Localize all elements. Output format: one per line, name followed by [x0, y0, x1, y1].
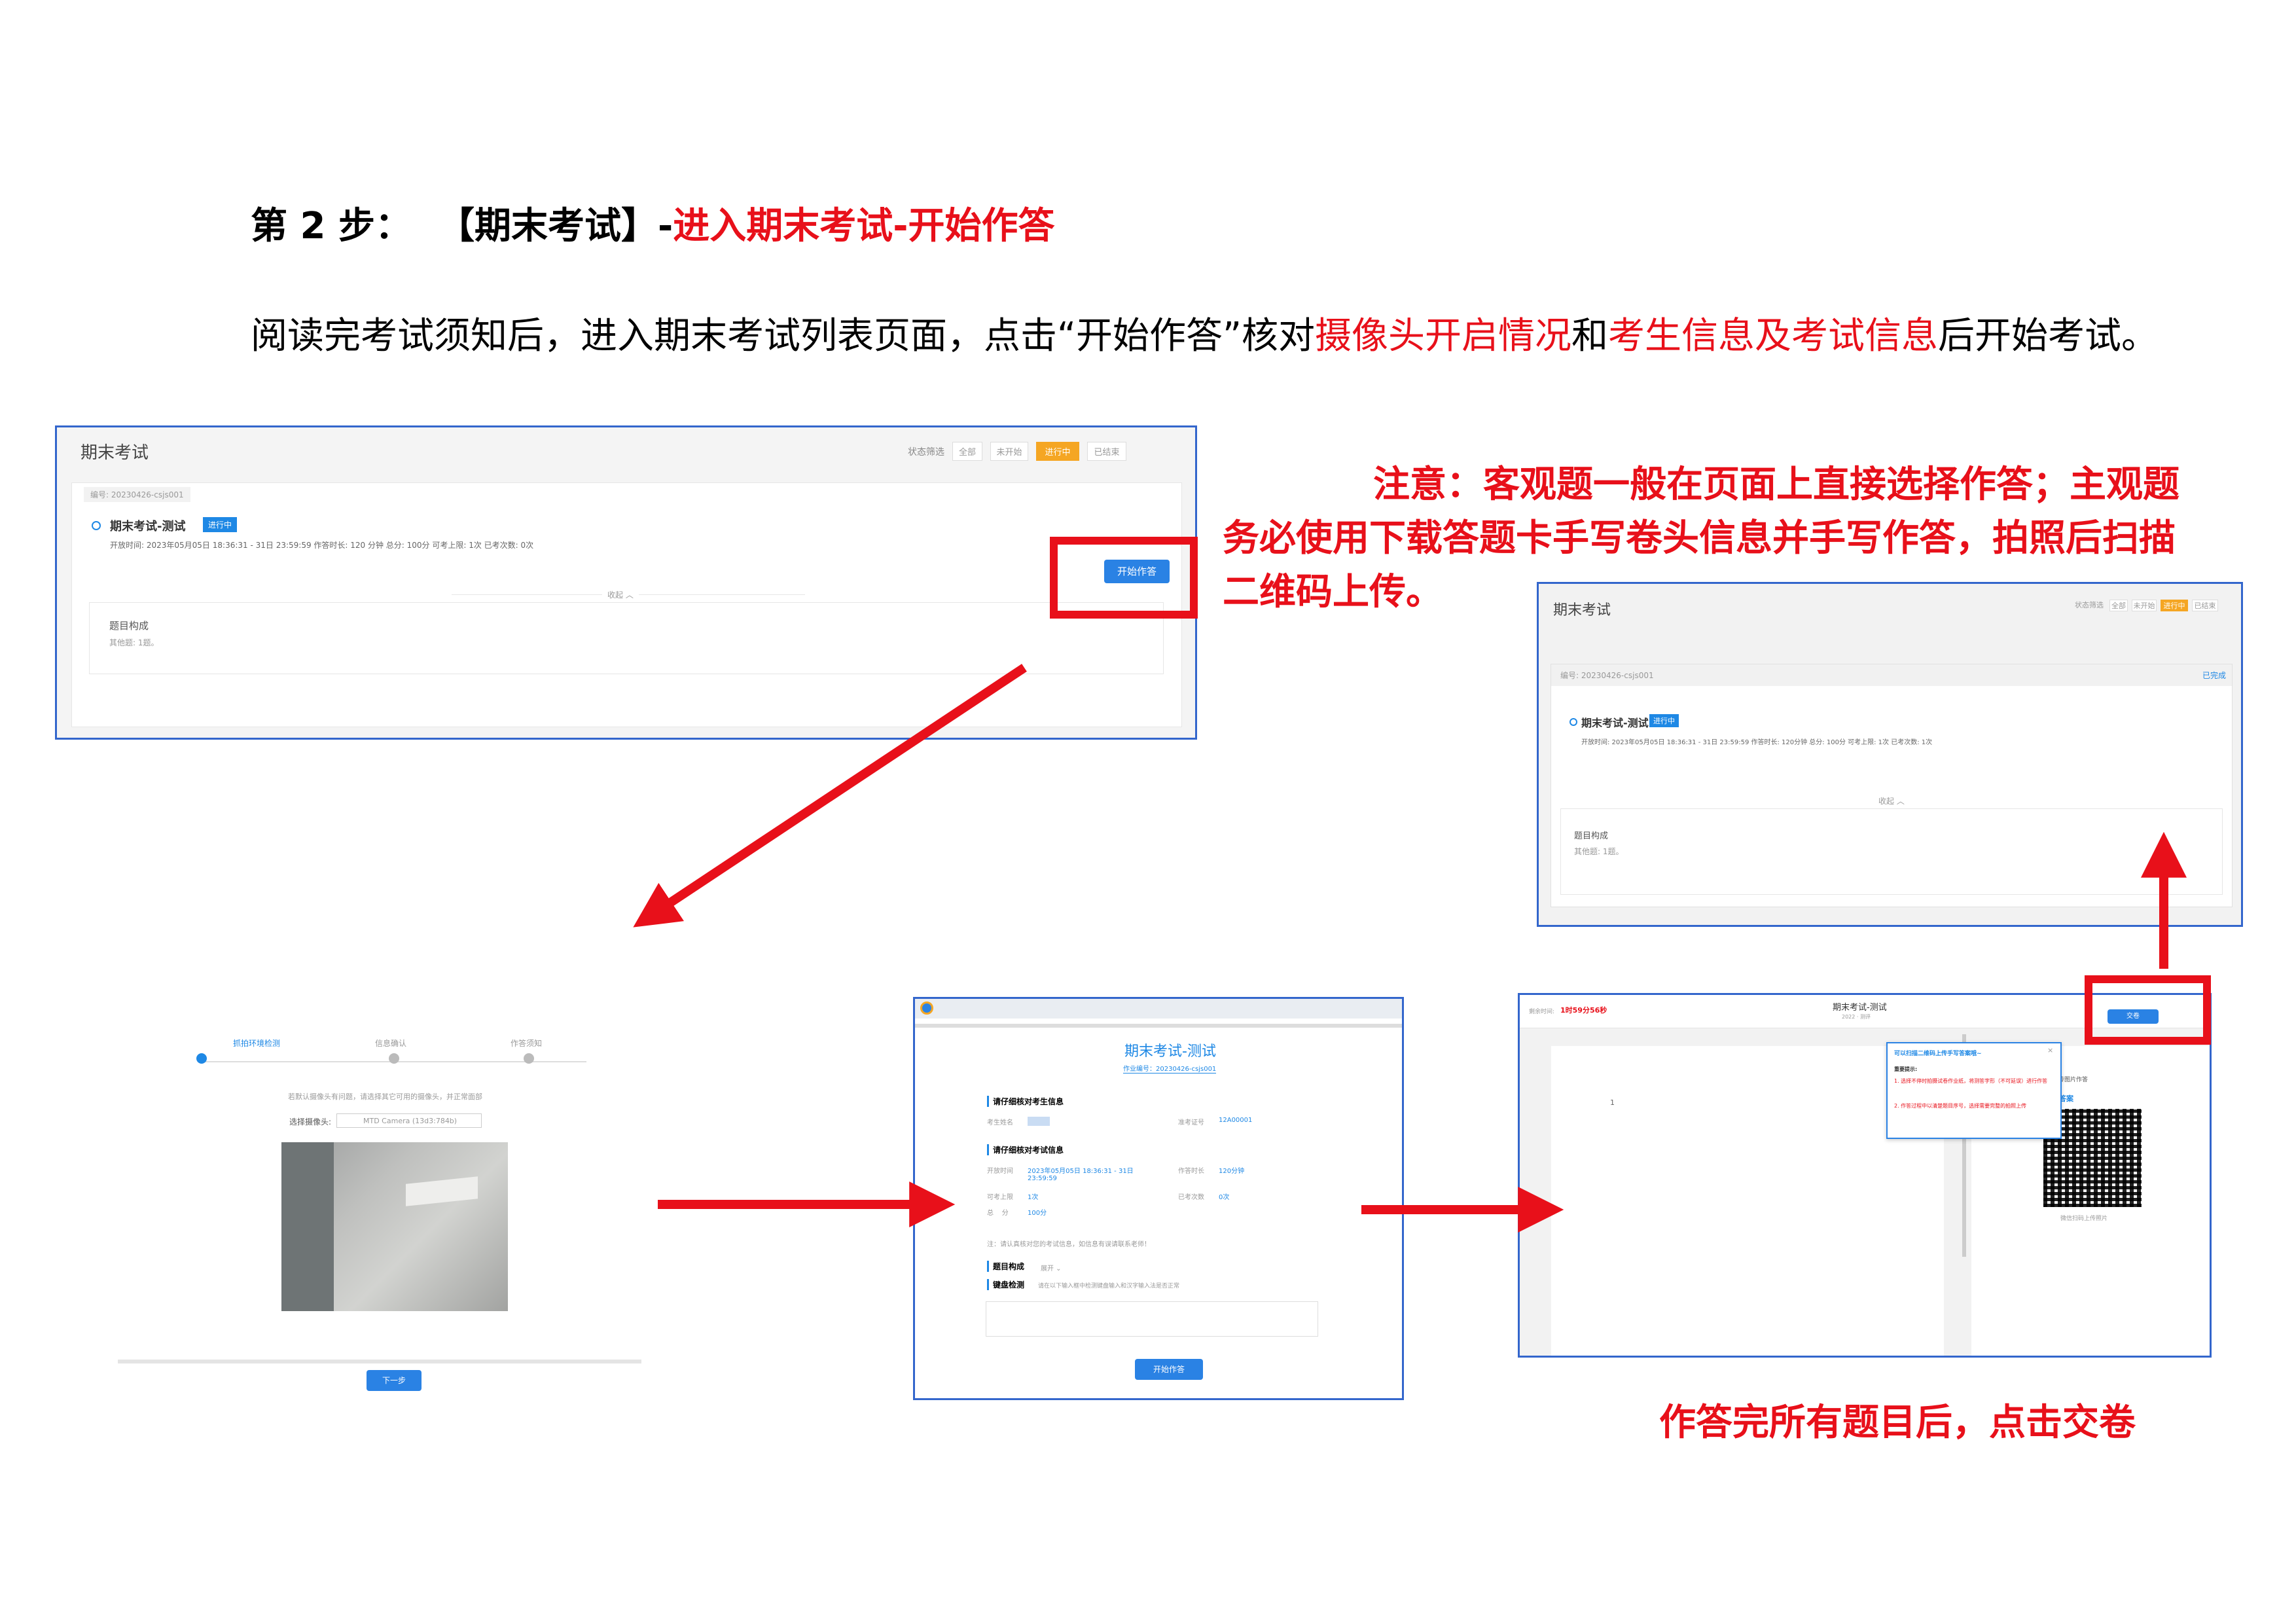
flow-arrows	[633, 664, 2187, 1233]
arrow-to-camera	[633, 664, 1027, 928]
